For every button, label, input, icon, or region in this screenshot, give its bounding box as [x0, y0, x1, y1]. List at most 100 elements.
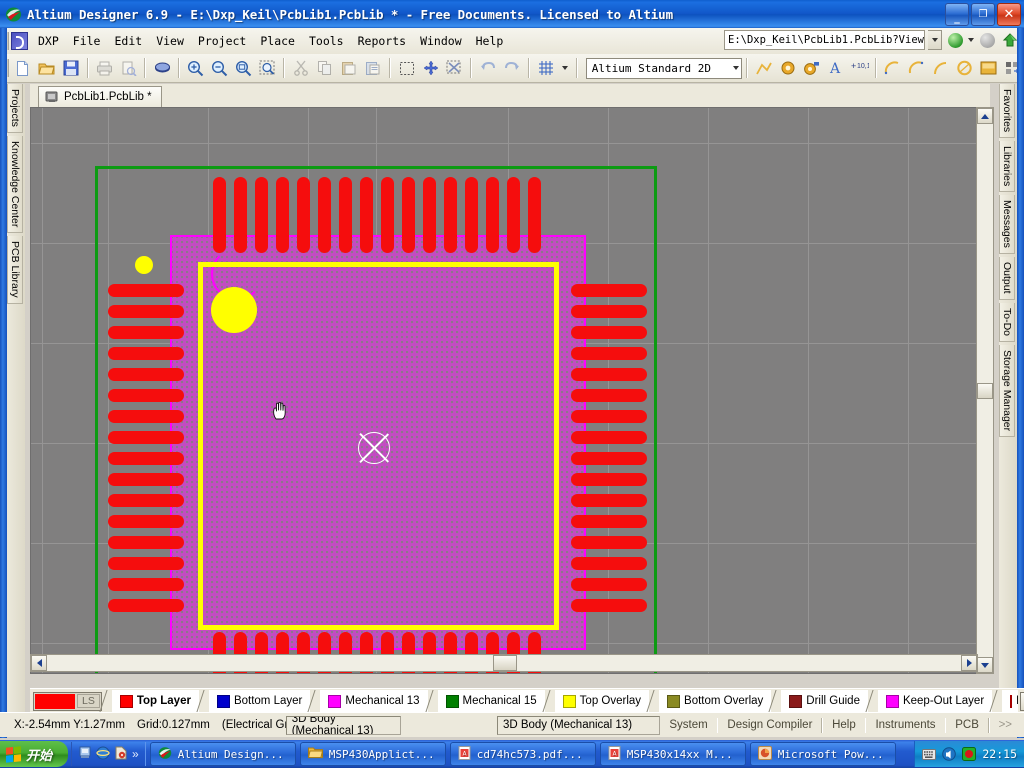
dxp-logo-icon[interactable] — [11, 32, 28, 50]
sidebar-item-favorites[interactable]: Favorites — [999, 84, 1015, 139]
pad-right[interactable] — [571, 536, 647, 549]
horizontal-scroll-thumb[interactable] — [493, 655, 517, 671]
pad-left[interactable] — [108, 473, 184, 486]
menu-item-edit[interactable]: Edit — [107, 31, 149, 51]
grid-icon[interactable] — [535, 57, 557, 79]
internet-explorer-icon[interactable] — [96, 746, 110, 763]
place-arc-any-icon[interactable] — [930, 57, 952, 79]
sidebar-item-knowledge-center[interactable]: Knowledge Center — [7, 135, 23, 234]
sidebar-item-output[interactable]: Output — [999, 257, 1015, 300]
pad-left[interactable] — [108, 284, 184, 297]
pad-right[interactable] — [571, 578, 647, 591]
layer-color-selector[interactable]: LS — [33, 691, 102, 711]
pad-left[interactable] — [108, 305, 184, 318]
pad-top[interactable] — [234, 177, 247, 253]
tab-pcblib1[interactable]: PcbLib1.PcbLib * — [38, 86, 162, 107]
copy-icon[interactable] — [314, 57, 336, 79]
layer-tab-mechanical-13[interactable]: Mechanical 13 — [320, 690, 428, 712]
pad-top[interactable] — [423, 177, 436, 253]
place-arc-center-icon[interactable] — [882, 57, 904, 79]
sidebar-item-storage-manager[interactable]: Storage Manager — [999, 344, 1015, 438]
sidebar-item-projects[interactable]: Projects — [7, 84, 23, 133]
sidebar-item-libraries[interactable]: Libraries — [999, 141, 1015, 193]
address-dropdown-button[interactable] — [928, 30, 942, 50]
taskbar-clock[interactable]: 22:15 — [982, 747, 1017, 761]
layer-tab-bottom-layer[interactable]: Bottom Layer — [208, 690, 311, 712]
status-panel-pcb[interactable]: PCB — [946, 719, 988, 731]
pad-right[interactable] — [571, 368, 647, 381]
scroll-up-button[interactable] — [977, 108, 993, 124]
place-arc-edge-icon[interactable] — [906, 57, 928, 79]
layer-tab-drill-drawing[interactable]: Drill Drawing — [1002, 690, 1019, 712]
pad-top[interactable] — [255, 177, 268, 253]
zoom-fit-icon[interactable] — [233, 57, 255, 79]
zoom-in-icon[interactable] — [185, 57, 207, 79]
status-panel-instruments[interactable]: Instruments — [866, 719, 944, 731]
close-button[interactable]: ✕ — [997, 3, 1021, 26]
taskbar-item-msp430x14xx[interactable]: A MSP430x14xx M... — [599, 742, 746, 766]
undo-icon[interactable] — [477, 57, 499, 79]
pad-top[interactable] — [486, 177, 499, 253]
pad-right[interactable] — [571, 431, 647, 444]
pad-right[interactable] — [571, 326, 647, 339]
pad-left[interactable] — [108, 347, 184, 360]
pad-top[interactable] — [213, 177, 226, 253]
taskbar-item-cd74hc573-pdf[interactable]: A cd74hc573.pdf... — [449, 742, 596, 766]
back-dropdown-icon[interactable] — [968, 38, 974, 42]
zoom-out-icon[interactable] — [209, 57, 231, 79]
layer-scroll-left-button[interactable] — [1020, 691, 1024, 711]
pad-left[interactable] — [108, 389, 184, 402]
pad-top[interactable] — [318, 177, 331, 253]
open-folder-icon[interactable] — [36, 57, 58, 79]
select-area-icon[interactable] — [396, 57, 418, 79]
taskbar-item-microsoft-powerpoint[interactable]: Microsoft Pow... — [749, 742, 896, 766]
pad-left[interactable] — [108, 368, 184, 381]
pad-top[interactable] — [402, 177, 415, 253]
pad-top[interactable] — [465, 177, 478, 253]
pad-top[interactable] — [507, 177, 520, 253]
menu-item-project[interactable]: Project — [191, 31, 253, 51]
pad-top[interactable] — [297, 177, 310, 253]
pad-top[interactable] — [381, 177, 394, 253]
place-string-icon[interactable]: A — [824, 57, 846, 79]
menu-item-reports[interactable]: Reports — [351, 31, 413, 51]
sidebar-item-messages[interactable]: Messages — [999, 195, 1015, 255]
print-preview-icon[interactable] — [117, 57, 139, 79]
sidebar-item-to-do[interactable]: To-Do — [999, 302, 1015, 342]
pad-left[interactable] — [108, 431, 184, 444]
pad-left[interactable] — [108, 536, 184, 549]
address-input[interactable]: E:\Dxp_Keil\PcbLib1.PcbLib?View — [724, 30, 925, 50]
forward-button[interactable] — [977, 30, 997, 50]
scroll-down-button[interactable] — [977, 657, 993, 673]
pad-right[interactable] — [571, 599, 647, 612]
layer-tab-top-overlay[interactable]: Top Overlay — [554, 690, 650, 712]
paste-special-icon[interactable] — [362, 57, 384, 79]
print-icon[interactable] — [94, 57, 116, 79]
pad-left[interactable] — [108, 515, 184, 528]
pad-left[interactable] — [108, 452, 184, 465]
view-configuration-select[interactable]: Altium Standard 2D — [585, 57, 742, 79]
pad-left[interactable] — [108, 599, 184, 612]
status-panel-more[interactable]: >> — [990, 719, 1024, 731]
quick-launch-more-icon[interactable]: » — [132, 747, 139, 761]
pad-right[interactable] — [571, 494, 647, 507]
pad-right[interactable] — [571, 473, 647, 486]
status-panel-design-compiler[interactable]: Design Compiler — [718, 719, 821, 731]
menu-item-place[interactable]: Place — [253, 31, 302, 51]
menu-item-window[interactable]: Window — [413, 31, 469, 51]
start-button[interactable]: 开始 — [0, 741, 69, 767]
vertical-scrollbar[interactable] — [976, 107, 994, 674]
move-icon[interactable] — [420, 57, 442, 79]
pad-top[interactable] — [339, 177, 352, 253]
recording-icon[interactable] — [962, 747, 977, 761]
pad-top[interactable] — [360, 177, 373, 253]
pad-right[interactable] — [571, 515, 647, 528]
pad-right[interactable] — [571, 452, 647, 465]
menu-item-dxp[interactable]: DXP — [31, 31, 66, 51]
minimize-button[interactable]: _ — [945, 3, 969, 26]
place-fill-icon[interactable] — [977, 57, 999, 79]
pad-right[interactable] — [571, 284, 647, 297]
layer-tab-drill-guide[interactable]: Drill Guide — [781, 690, 868, 712]
show-desktop-icon[interactable] — [78, 746, 92, 763]
ls-toggle-button[interactable]: LS — [77, 694, 100, 708]
